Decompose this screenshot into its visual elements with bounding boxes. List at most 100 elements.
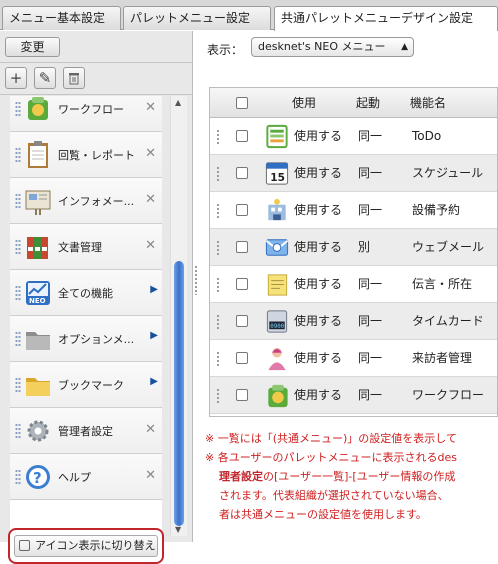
palette-item-all-functions[interactable]: NEO 全ての機能 ▶ <box>10 270 162 316</box>
menu-select[interactable]: desknet's NEO メニュー ▲ <box>251 37 414 57</box>
drag-handle[interactable] <box>15 147 21 163</box>
use-cell: 使用する <box>294 351 343 365</box>
column-header-function-name: 機能名 <box>410 96 447 110</box>
note-line: ※ 各ユーザーのパレットメニューに表示されるdes <box>205 451 457 464</box>
table-row[interactable]: 使用する 同一 ToDo <box>210 118 497 155</box>
switch-to-icon-view-button[interactable]: アイコン表示に切り替え <box>14 535 158 557</box>
table-row[interactable]: 使用する 同一 設備予約 <box>210 192 497 229</box>
drag-handle[interactable] <box>216 203 220 218</box>
close-icon[interactable]: ✕ <box>145 100 156 115</box>
scroll-down-icon[interactable]: ▼ <box>175 525 181 534</box>
drag-handle[interactable] <box>216 129 220 144</box>
function-name-cell: 設備予約 <box>412 203 461 217</box>
binders-icon <box>27 237 48 259</box>
table-row[interactable]: 使用する 別 ウェブメール <box>210 229 497 266</box>
palette-item-label: インフォメー... <box>58 195 135 208</box>
tab-bar: メニュー基本設定 パレットメニュー設定 共通パレットメニューデザイン設定 <box>0 0 498 31</box>
scroll-up-icon[interactable]: ▲ <box>175 98 181 107</box>
drag-handle[interactable] <box>216 166 220 181</box>
svg-text:NEO: NEO <box>29 297 46 305</box>
palette-scrollbar[interactable]: ▲ ▼ <box>170 96 187 536</box>
drag-handle[interactable] <box>15 331 21 347</box>
menu-select-value: desknet's NEO メニュー <box>258 40 386 53</box>
function-name-cell: ウェブメール <box>412 240 485 254</box>
memo-icon <box>267 274 288 296</box>
change-button[interactable]: 変更 <box>5 37 60 57</box>
visitor-icon <box>268 347 286 371</box>
function-name-cell: ワークフロー <box>412 388 485 402</box>
timecard-icon: 0900 <box>266 310 288 333</box>
drag-handle[interactable] <box>15 423 21 439</box>
pencil-icon[interactable]: ✎ <box>34 67 56 89</box>
row-checkbox[interactable] <box>236 389 248 401</box>
drag-handle[interactable] <box>15 285 21 301</box>
row-checkbox[interactable] <box>236 204 248 216</box>
table-row[interactable]: 0900 使用する 同一 タイムカード <box>210 303 497 340</box>
todo-icon <box>266 124 288 149</box>
function-name-cell: 来訪者管理 <box>412 351 473 365</box>
palette-item-information[interactable]: インフォメー... ✕ <box>10 178 162 224</box>
palette-item-document-management[interactable]: 文書管理 ✕ <box>10 224 162 270</box>
row-checkbox[interactable] <box>236 241 248 253</box>
palette-item-help[interactable]: ? ヘルプ ✕ <box>10 454 162 500</box>
grey-folder-icon <box>26 332 50 350</box>
trash-icon[interactable] <box>63 67 85 89</box>
palette-item-label: 全ての機能 <box>58 287 113 300</box>
workflow-icon <box>268 384 288 408</box>
tab-palette-menu-settings[interactable]: パレットメニュー設定 <box>123 6 271 30</box>
close-icon[interactable]: ✕ <box>145 468 156 483</box>
palette-item-bookmark[interactable]: ブックマーク ▶ <box>10 362 162 408</box>
pane-splitter[interactable] <box>194 265 198 295</box>
palette-item-workflow[interactable]: ワークフロー ✕ <box>10 96 162 132</box>
palette-item-circular-report[interactable]: 回覧・レポート ✕ <box>10 132 162 178</box>
svg-text:0900: 0900 <box>270 324 284 330</box>
drag-handle[interactable] <box>216 277 220 292</box>
drag-handle[interactable] <box>216 314 220 329</box>
drag-handle[interactable] <box>15 377 21 393</box>
row-checkbox[interactable] <box>236 352 248 364</box>
chevron-right-icon[interactable]: ▶ <box>150 376 158 387</box>
scrollbar-thumb[interactable] <box>174 261 184 526</box>
use-cell: 使用する <box>294 129 343 143</box>
close-icon[interactable]: ✕ <box>145 422 156 437</box>
drag-handle[interactable] <box>216 240 220 255</box>
menu-settings-main: 表示： desknet's NEO メニュー ▲ 使用 起動 機能名 使用する同… <box>199 31 498 542</box>
table-row[interactable]: 使用する 同一 伝言・所在 <box>210 266 497 303</box>
row-checkbox[interactable] <box>236 130 248 142</box>
select-all-checkbox[interactable] <box>236 97 248 109</box>
launch-cell: 同一 <box>358 166 383 180</box>
use-cell: 使用する <box>294 203 343 217</box>
calendar-icon: 15 <box>265 162 289 185</box>
row-checkbox[interactable] <box>236 278 248 290</box>
chevron-right-icon[interactable]: ▶ <box>150 284 158 295</box>
close-icon[interactable]: ✕ <box>145 192 156 207</box>
drag-handle[interactable] <box>216 351 220 366</box>
gear-icon <box>27 420 49 442</box>
tab-menu-basic-settings[interactable]: メニュー基本設定 <box>2 6 121 30</box>
drag-handle[interactable] <box>15 101 21 117</box>
palette-item-label: 管理者設定 <box>58 425 113 438</box>
launch-cell: 同一 <box>358 129 383 143</box>
row-checkbox[interactable] <box>236 315 248 327</box>
drag-handle[interactable] <box>216 388 220 403</box>
close-icon[interactable]: ✕ <box>145 146 156 161</box>
palette-item-options[interactable]: オプションメ... ▶ <box>10 316 162 362</box>
drag-handle[interactable] <box>15 239 21 255</box>
drag-handle[interactable] <box>15 193 21 209</box>
function-name-cell: 伝言・所在 <box>412 277 473 291</box>
palette-item-admin-settings[interactable]: 管理者設定 ✕ <box>10 408 162 454</box>
icon-mode-toggle-highlight: アイコン表示に切り替え <box>8 528 164 564</box>
drag-handle[interactable] <box>15 469 21 485</box>
table-row[interactable]: 使用する 同一 ワークフロー <box>210 377 497 414</box>
close-icon[interactable]: ✕ <box>145 238 156 253</box>
table-row[interactable]: 使用する 同一 来訪者管理 <box>210 340 497 377</box>
tab-common-palette-design[interactable]: 共通パレットメニューデザイン設定 <box>274 6 498 31</box>
table-header <box>210 88 497 118</box>
launch-cell: 同一 <box>358 351 383 365</box>
row-checkbox[interactable] <box>236 167 248 179</box>
chevron-right-icon[interactable]: ▶ <box>150 330 158 341</box>
palette-item-list: ワークフロー ✕ 回覧・レポート ✕ インフォメー... ✕ 文書管理 ✕ NE… <box>10 96 162 536</box>
launch-cell: 同一 <box>358 277 383 291</box>
table-row[interactable]: 15 使用する 同一 スケジュール <box>210 155 497 192</box>
plus-icon[interactable]: + <box>5 67 27 89</box>
